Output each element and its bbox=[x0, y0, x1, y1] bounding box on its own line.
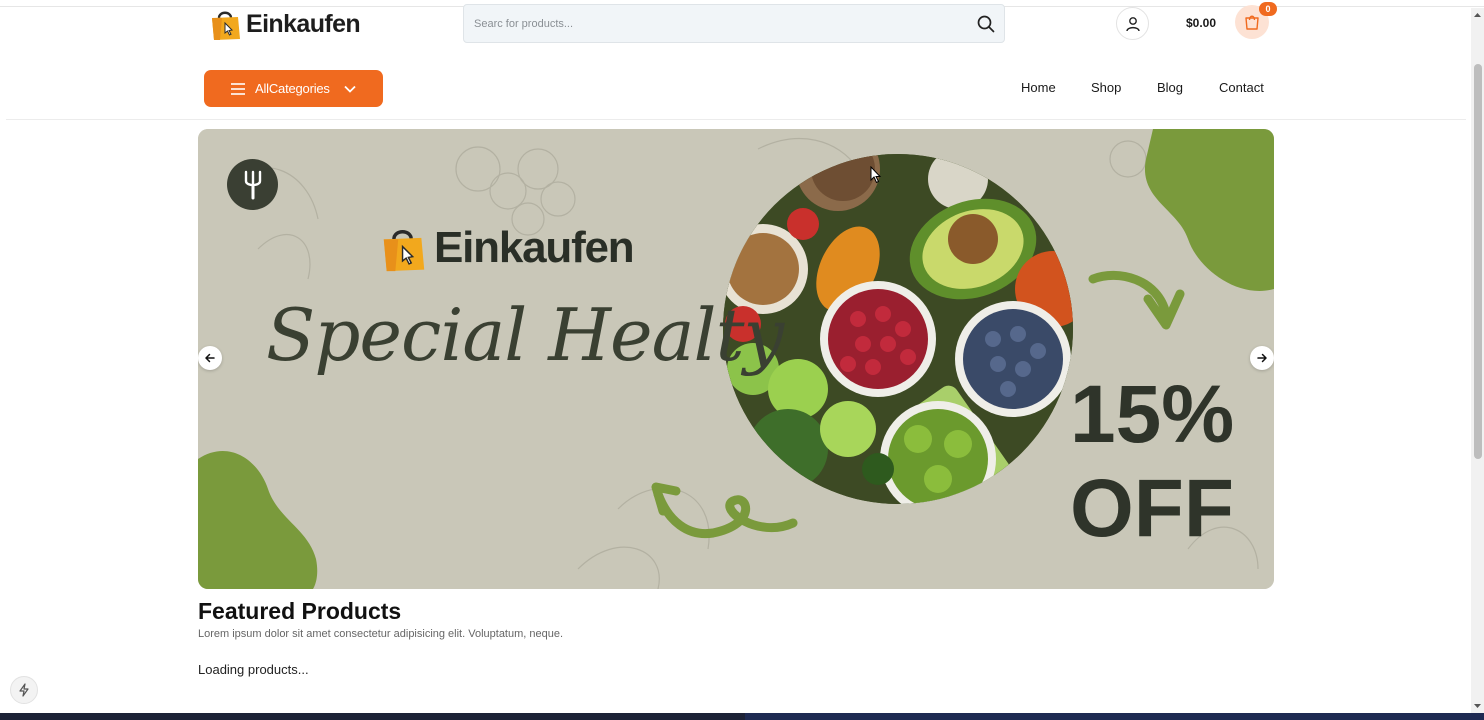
hero-headline: Special Healty bbox=[266, 293, 784, 377]
account-button[interactable] bbox=[1116, 7, 1149, 40]
shopping-bag-logo-icon bbox=[212, 11, 240, 40]
hero-brand: Einkaufen bbox=[378, 222, 635, 274]
nav-link-shop[interactable]: Shop bbox=[1091, 80, 1121, 95]
mouse-cursor-icon bbox=[870, 166, 882, 184]
fork-badge bbox=[227, 159, 278, 210]
arrow-right-icon bbox=[1257, 353, 1267, 363]
user-icon bbox=[1125, 16, 1140, 31]
all-categories-label: AllCategories bbox=[255, 81, 330, 96]
chevron-down-icon bbox=[344, 85, 356, 93]
scrollbar-thumb[interactable] bbox=[1474, 64, 1482, 459]
nav-link-contact[interactable]: Contact bbox=[1219, 80, 1264, 95]
site-logo[interactable]: Einkaufen bbox=[208, 6, 361, 42]
cart-total: $0.00 bbox=[1186, 16, 1217, 30]
arrow-left-icon bbox=[205, 353, 215, 363]
cart-count-badge: 0 bbox=[1259, 2, 1277, 16]
featured-products-title: Featured Products bbox=[198, 598, 402, 624]
search-button[interactable] bbox=[968, 6, 1004, 42]
hero-discount-word: OFF bbox=[1070, 463, 1234, 554]
search-bar bbox=[463, 4, 1005, 43]
page-scrollbar[interactable] bbox=[1471, 8, 1484, 713]
brand-name: Einkaufen bbox=[246, 9, 361, 38]
loading-products-text: Loading products... bbox=[198, 662, 309, 677]
floating-action-button[interactable] bbox=[10, 676, 38, 704]
slide-next-button[interactable] bbox=[1250, 346, 1274, 370]
header-divider bbox=[6, 119, 1466, 120]
nav-link-blog[interactable]: Blog bbox=[1157, 80, 1183, 95]
menu-icon bbox=[231, 82, 245, 95]
featured-products-subtitle: Lorem ipsum dolor sit amet consectetur a… bbox=[198, 628, 564, 640]
search-input[interactable] bbox=[464, 5, 968, 42]
lightning-icon bbox=[19, 683, 29, 697]
hero-discount-percent: 15% bbox=[1070, 369, 1235, 460]
shopping-bag-logo-icon bbox=[383, 230, 425, 272]
hero-brand-name: Einkaufen bbox=[434, 223, 635, 272]
taskbar-edge bbox=[0, 713, 1484, 720]
search-icon bbox=[977, 15, 995, 32]
nav-link-home[interactable]: Home bbox=[1021, 80, 1056, 95]
scroll-up-icon[interactable] bbox=[1471, 8, 1484, 22]
scroll-down-icon[interactable] bbox=[1471, 699, 1484, 713]
cart-icon bbox=[1245, 15, 1259, 30]
slide-prev-button[interactable] bbox=[198, 346, 222, 370]
fork-icon bbox=[244, 170, 261, 199]
all-categories-button[interactable]: AllCategories bbox=[204, 70, 383, 107]
